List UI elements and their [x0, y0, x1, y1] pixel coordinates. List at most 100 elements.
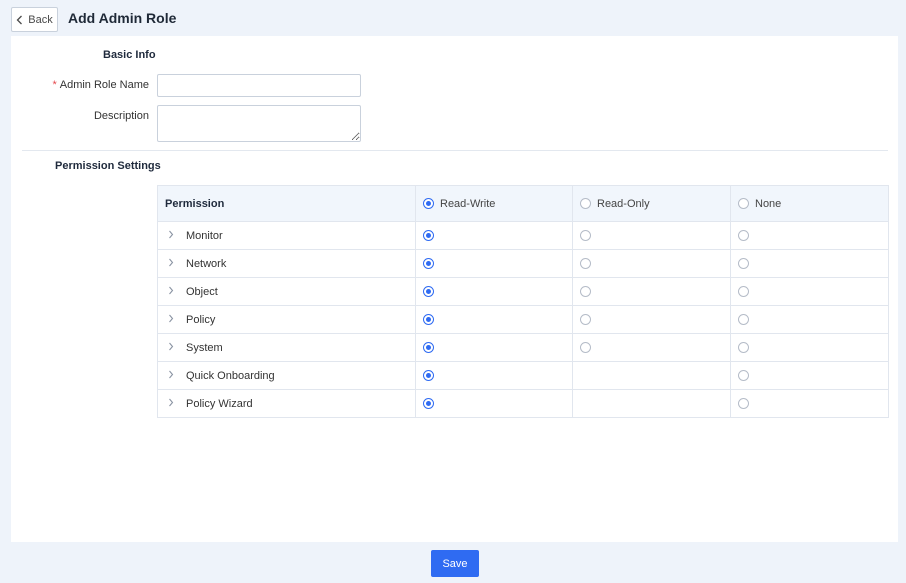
read-only-radio[interactable]	[580, 230, 591, 242]
chevron-right-icon[interactable]	[168, 286, 178, 298]
read-write-column-header: Read-Write	[415, 185, 573, 222]
read-only-cell	[572, 333, 731, 362]
permission-row: Policy	[157, 305, 889, 334]
permission-name-label: System	[186, 341, 223, 354]
permission-row: Object	[157, 277, 889, 306]
permission-name-label: Monitor	[186, 229, 223, 242]
read-only-cell	[572, 249, 731, 278]
read-only-cell	[572, 389, 731, 418]
description-label: Description	[93, 110, 149, 122]
read-only-radio[interactable]	[580, 286, 591, 298]
none-cell	[730, 221, 889, 250]
none-column-header: None	[730, 185, 889, 222]
page-title: Add Admin Role	[68, 10, 177, 26]
read-write-cell	[415, 305, 573, 334]
read-write-radio[interactable]	[423, 286, 434, 298]
none-cell	[730, 361, 889, 390]
permission-name-label: Quick Onboarding	[186, 369, 275, 382]
none-all-radio[interactable]	[738, 198, 749, 209]
back-button[interactable]: Back	[11, 7, 58, 32]
permission-column-header: Permission	[157, 185, 416, 222]
permission-row-toggle[interactable]: Policy	[165, 314, 408, 326]
permission-row: Network	[157, 249, 889, 278]
read-write-cell	[415, 361, 573, 390]
permission-settings-title: Permission Settings	[55, 160, 161, 172]
none-header-label: None	[755, 197, 782, 210]
permission-row: Monitor	[157, 221, 889, 250]
none-radio[interactable]	[738, 258, 749, 270]
read-only-all-radio[interactable]	[580, 198, 591, 209]
none-cell	[730, 333, 889, 362]
read-write-all-radio[interactable]	[423, 198, 434, 209]
permission-row-toggle[interactable]: Quick Onboarding	[165, 370, 408, 382]
top-bar: Back Add Admin Role	[0, 0, 906, 36]
form-panel: Basic Info * Admin Role Name Description …	[11, 36, 898, 542]
read-only-header-label: Read-Only	[597, 197, 650, 210]
read-only-cell	[572, 305, 731, 334]
permission-name-cell: Object	[157, 277, 416, 306]
none-cell	[730, 277, 889, 306]
chevron-right-icon[interactable]	[168, 230, 178, 242]
permission-table-header: Permission Read-Write Read-Only None	[157, 185, 889, 222]
read-write-radio[interactable]	[423, 230, 434, 242]
read-write-radio[interactable]	[423, 314, 434, 326]
chevron-right-icon[interactable]	[168, 370, 178, 382]
none-radio[interactable]	[738, 314, 749, 326]
permission-name-cell: Monitor	[157, 221, 416, 250]
permission-name-label: Policy	[186, 313, 216, 326]
none-radio[interactable]	[738, 370, 749, 382]
none-cell	[730, 305, 889, 334]
permission-row: Policy Wizard	[157, 389, 889, 418]
chevron-right-icon[interactable]	[168, 258, 178, 270]
chevron-right-icon[interactable]	[168, 314, 178, 326]
read-write-radio[interactable]	[423, 398, 434, 410]
none-cell	[730, 389, 889, 418]
permission-row-toggle[interactable]: Network	[165, 258, 408, 270]
permission-name-cell: Network	[157, 249, 416, 278]
back-button-label: Back	[28, 13, 53, 26]
none-radio[interactable]	[738, 398, 749, 410]
read-write-cell	[415, 333, 573, 362]
chevron-right-icon[interactable]	[168, 342, 178, 354]
read-only-radio[interactable]	[580, 258, 591, 270]
permission-name-cell: Policy Wizard	[157, 389, 416, 418]
read-write-cell	[415, 277, 573, 306]
section-divider	[22, 150, 888, 151]
read-write-radio[interactable]	[423, 370, 434, 382]
description-textarea[interactable]	[157, 105, 361, 142]
read-write-cell	[415, 221, 573, 250]
permission-table: Permission Read-Write Read-Only None Mon…	[157, 185, 889, 418]
permission-row: System	[157, 333, 889, 362]
read-write-radio[interactable]	[423, 342, 434, 354]
chevron-left-icon	[16, 15, 23, 25]
read-only-cell	[572, 277, 731, 306]
none-radio[interactable]	[738, 230, 749, 242]
permission-name-label: Object	[186, 285, 218, 298]
read-write-radio[interactable]	[423, 258, 434, 270]
read-only-radio[interactable]	[580, 314, 591, 326]
admin-role-name-label-text: Admin Role Name	[59, 79, 149, 91]
permission-row: Quick Onboarding	[157, 361, 889, 390]
save-button[interactable]: Save	[431, 550, 479, 577]
permission-row-toggle[interactable]: Object	[165, 286, 408, 298]
permission-name-label: Network	[186, 257, 227, 270]
admin-role-name-label: * Admin Role Name	[31, 79, 149, 91]
read-write-cell	[415, 389, 573, 418]
permission-row-toggle[interactable]: Monitor	[165, 230, 408, 242]
permission-row-toggle[interactable]: System	[165, 342, 408, 354]
read-only-cell	[572, 361, 731, 390]
read-write-header-label: Read-Write	[440, 197, 496, 210]
read-write-cell	[415, 249, 573, 278]
basic-info-title: Basic Info	[103, 49, 156, 61]
permission-row-toggle[interactable]: Policy Wizard	[165, 398, 408, 410]
required-mark: *	[52, 79, 57, 91]
chevron-right-icon[interactable]	[168, 398, 178, 410]
permission-name-label: Policy Wizard	[186, 397, 253, 410]
read-only-cell	[572, 221, 731, 250]
none-cell	[730, 249, 889, 278]
admin-role-name-input[interactable]	[157, 74, 361, 97]
read-only-radio[interactable]	[580, 342, 591, 354]
none-radio[interactable]	[738, 342, 749, 354]
read-only-column-header: Read-Only	[572, 185, 731, 222]
none-radio[interactable]	[738, 286, 749, 298]
